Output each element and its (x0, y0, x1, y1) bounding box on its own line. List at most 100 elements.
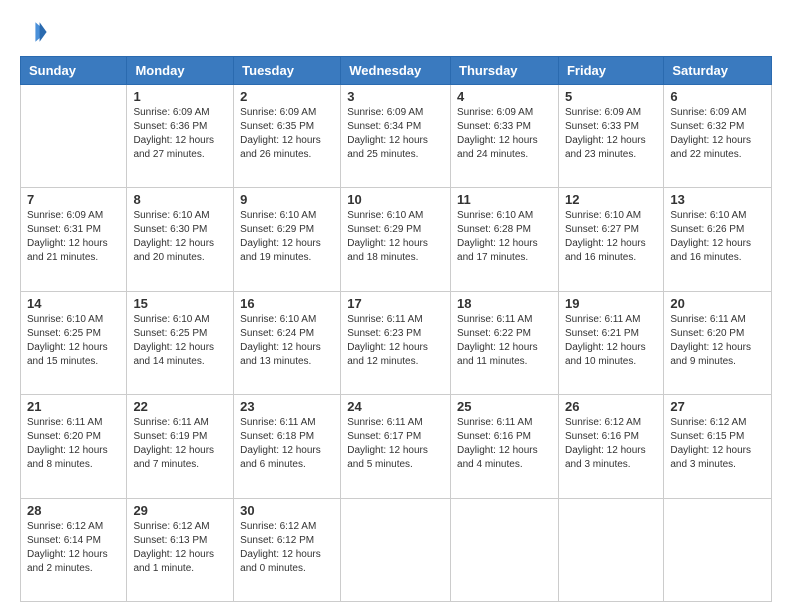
day-number: 29 (133, 503, 227, 518)
day-number: 17 (347, 296, 444, 311)
day-info: Sunrise: 6:12 AMSunset: 6:12 PMDaylight:… (240, 520, 334, 576)
day-info: Sunrise: 6:10 AMSunset: 6:24 PMDaylight:… (240, 313, 334, 369)
day-info: Sunrise: 6:09 AMSunset: 6:33 PMDaylight:… (457, 106, 552, 162)
weekday-header-tuesday: Tuesday (234, 57, 341, 85)
day-number: 21 (27, 399, 120, 414)
day-number: 28 (27, 503, 120, 518)
day-number: 1 (133, 89, 227, 104)
day-number: 14 (27, 296, 120, 311)
day-info: Sunrise: 6:12 AMSunset: 6:14 PMDaylight:… (27, 520, 120, 576)
day-info: Sunrise: 6:11 AMSunset: 6:19 PMDaylight:… (133, 416, 227, 472)
day-number: 20 (670, 296, 765, 311)
logo-icon (20, 18, 48, 46)
calendar-cell: 19 Sunrise: 6:11 AMSunset: 6:21 PMDayligh… (558, 291, 663, 394)
day-info: Sunrise: 6:10 AMSunset: 6:28 PMDaylight:… (457, 209, 552, 265)
header (20, 18, 772, 46)
day-number: 6 (670, 89, 765, 104)
calendar-cell: 17 Sunrise: 6:11 AMSunset: 6:23 PMDayligh… (341, 291, 451, 394)
day-info: Sunrise: 6:11 AMSunset: 6:21 PMDaylight:… (565, 313, 657, 369)
day-info: Sunrise: 6:10 AMSunset: 6:25 PMDaylight:… (133, 313, 227, 369)
day-info: Sunrise: 6:11 AMSunset: 6:22 PMDaylight:… (457, 313, 552, 369)
calendar-cell: 21 Sunrise: 6:11 AMSunset: 6:20 PMDayligh… (21, 395, 127, 498)
calendar-cell: 18 Sunrise: 6:11 AMSunset: 6:22 PMDayligh… (451, 291, 559, 394)
calendar-cell: 1 Sunrise: 6:09 AMSunset: 6:36 PMDaylight… (127, 85, 234, 188)
calendar-cell: 9 Sunrise: 6:10 AMSunset: 6:29 PMDaylight… (234, 188, 341, 291)
calendar-cell: 10 Sunrise: 6:10 AMSunset: 6:29 PMDayligh… (341, 188, 451, 291)
day-info: Sunrise: 6:12 AMSunset: 6:15 PMDaylight:… (670, 416, 765, 472)
calendar-cell: 11Sunrise: 6:10 AMSunset: 6:28 PMDayligh… (451, 188, 559, 291)
calendar-cell: 13Sunrise: 6:10 AMSunset: 6:26 PMDayligh… (664, 188, 772, 291)
page: SundayMondayTuesdayWednesdayThursdayFrid… (0, 0, 792, 612)
week-row-1: 1 Sunrise: 6:09 AMSunset: 6:36 PMDaylight… (21, 85, 772, 188)
day-number: 30 (240, 503, 334, 518)
week-row-4: 21 Sunrise: 6:11 AMSunset: 6:20 PMDayligh… (21, 395, 772, 498)
day-info: Sunrise: 6:09 AMSunset: 6:31 PMDaylight:… (27, 209, 120, 265)
weekday-header-monday: Monday (127, 57, 234, 85)
day-number: 27 (670, 399, 765, 414)
calendar-cell: 30 Sunrise: 6:12 AMSunset: 6:12 PMDayligh… (234, 498, 341, 601)
day-number: 10 (347, 192, 444, 207)
day-info: Sunrise: 6:09 AMSunset: 6:34 PMDaylight:… (347, 106, 444, 162)
calendar-cell: 26 Sunrise: 6:12 AMSunset: 6:16 PMDayligh… (558, 395, 663, 498)
weekday-header-sunday: Sunday (21, 57, 127, 85)
calendar-cell: 7 Sunrise: 6:09 AMSunset: 6:31 PMDaylight… (21, 188, 127, 291)
day-number: 18 (457, 296, 552, 311)
day-number: 15 (133, 296, 227, 311)
calendar-cell: 22Sunrise: 6:11 AMSunset: 6:19 PMDayligh… (127, 395, 234, 498)
calendar-cell (558, 498, 663, 601)
day-info: Sunrise: 6:09 AMSunset: 6:33 PMDaylight:… (565, 106, 657, 162)
day-info: Sunrise: 6:10 AMSunset: 6:25 PMDaylight:… (27, 313, 120, 369)
calendar-cell: 29 Sunrise: 6:12 AMSunset: 6:13 PMDayligh… (127, 498, 234, 601)
day-info: Sunrise: 6:12 AMSunset: 6:16 PMDaylight:… (565, 416, 657, 472)
calendar-cell: 27 Sunrise: 6:12 AMSunset: 6:15 PMDayligh… (664, 395, 772, 498)
day-number: 25 (457, 399, 552, 414)
calendar: SundayMondayTuesdayWednesdayThursdayFrid… (20, 56, 772, 602)
calendar-cell: 20 Sunrise: 6:11 AMSunset: 6:20 PMDayligh… (664, 291, 772, 394)
day-info: Sunrise: 6:10 AMSunset: 6:26 PMDaylight:… (670, 209, 765, 265)
day-info: Sunrise: 6:12 AMSunset: 6:13 PMDaylight:… (133, 520, 227, 576)
calendar-cell: 5Sunrise: 6:09 AMSunset: 6:33 PMDaylight… (558, 85, 663, 188)
day-number: 3 (347, 89, 444, 104)
weekday-header-friday: Friday (558, 57, 663, 85)
calendar-cell (21, 85, 127, 188)
day-info: Sunrise: 6:09 AMSunset: 6:35 PMDaylight:… (240, 106, 334, 162)
day-info: Sunrise: 6:10 AMSunset: 6:30 PMDaylight:… (133, 209, 227, 265)
calendar-cell: 2Sunrise: 6:09 AMSunset: 6:35 PMDaylight… (234, 85, 341, 188)
day-info: Sunrise: 6:11 AMSunset: 6:17 PMDaylight:… (347, 416, 444, 472)
calendar-cell: 4 Sunrise: 6:09 AMSunset: 6:33 PMDaylight… (451, 85, 559, 188)
day-info: Sunrise: 6:11 AMSunset: 6:20 PMDaylight:… (670, 313, 765, 369)
weekday-header-thursday: Thursday (451, 57, 559, 85)
day-number: 4 (457, 89, 552, 104)
day-number: 19 (565, 296, 657, 311)
calendar-cell: 12 Sunrise: 6:10 AMSunset: 6:27 PMDayligh… (558, 188, 663, 291)
day-number: 7 (27, 192, 120, 207)
week-row-2: 7 Sunrise: 6:09 AMSunset: 6:31 PMDaylight… (21, 188, 772, 291)
calendar-cell: 28 Sunrise: 6:12 AMSunset: 6:14 PMDayligh… (21, 498, 127, 601)
calendar-cell: 3 Sunrise: 6:09 AMSunset: 6:34 PMDaylight… (341, 85, 451, 188)
day-info: Sunrise: 6:09 AMSunset: 6:32 PMDaylight:… (670, 106, 765, 162)
day-number: 24 (347, 399, 444, 414)
week-row-5: 28 Sunrise: 6:12 AMSunset: 6:14 PMDayligh… (21, 498, 772, 601)
day-number: 12 (565, 192, 657, 207)
day-info: Sunrise: 6:09 AMSunset: 6:36 PMDaylight:… (133, 106, 227, 162)
weekday-header-saturday: Saturday (664, 57, 772, 85)
calendar-cell: 15 Sunrise: 6:10 AMSunset: 6:25 PMDayligh… (127, 291, 234, 394)
day-info: Sunrise: 6:10 AMSunset: 6:29 PMDaylight:… (240, 209, 334, 265)
week-row-3: 14 Sunrise: 6:10 AMSunset: 6:25 PMDayligh… (21, 291, 772, 394)
calendar-cell (341, 498, 451, 601)
day-info: Sunrise: 6:11 AMSunset: 6:18 PMDaylight:… (240, 416, 334, 472)
logo (20, 18, 52, 46)
day-number: 9 (240, 192, 334, 207)
day-number: 26 (565, 399, 657, 414)
day-info: Sunrise: 6:10 AMSunset: 6:29 PMDaylight:… (347, 209, 444, 265)
day-info: Sunrise: 6:11 AMSunset: 6:23 PMDaylight:… (347, 313, 444, 369)
day-number: 16 (240, 296, 334, 311)
day-info: Sunrise: 6:11 AMSunset: 6:20 PMDaylight:… (27, 416, 120, 472)
calendar-cell (664, 498, 772, 601)
day-number: 8 (133, 192, 227, 207)
day-info: Sunrise: 6:10 AMSunset: 6:27 PMDaylight:… (565, 209, 657, 265)
calendar-cell: 14 Sunrise: 6:10 AMSunset: 6:25 PMDayligh… (21, 291, 127, 394)
calendar-cell (451, 498, 559, 601)
calendar-cell: 24 Sunrise: 6:11 AMSunset: 6:17 PMDayligh… (341, 395, 451, 498)
calendar-cell: 25Sunrise: 6:11 AMSunset: 6:16 PMDayligh… (451, 395, 559, 498)
